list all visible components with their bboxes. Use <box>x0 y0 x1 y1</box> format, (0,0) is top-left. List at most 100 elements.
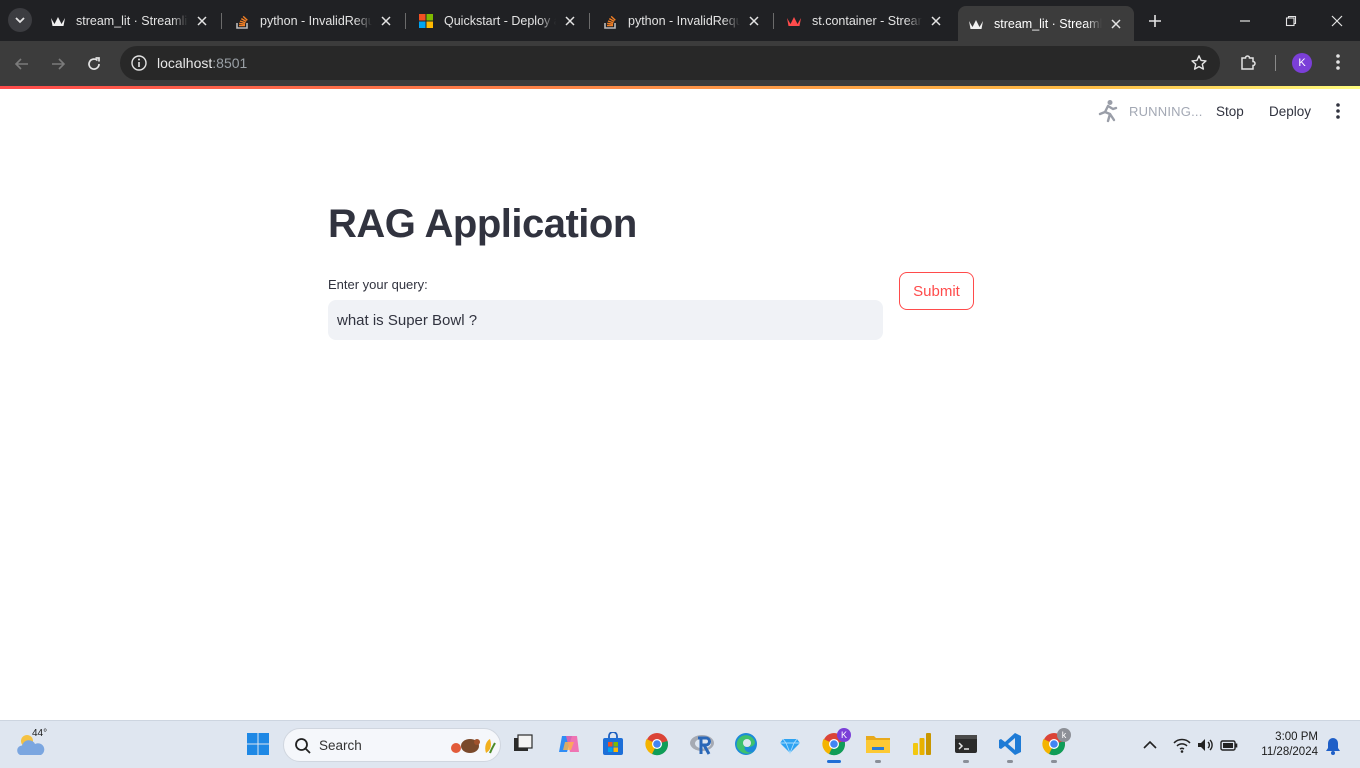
main-menu-icon[interactable] <box>1328 101 1348 121</box>
chrome-button[interactable] <box>644 731 670 757</box>
address-bar[interactable]: localhost:8501 <box>120 46 1220 80</box>
tab-st-container[interactable]: st.container - Stream <box>776 6 954 35</box>
volume-icon[interactable] <box>1195 735 1215 755</box>
reload-button[interactable] <box>81 51 107 77</box>
close-tab-icon[interactable] <box>562 13 578 29</box>
r-button[interactable] <box>689 731 715 757</box>
tab-python-invalidrequest-2[interactable]: python - InvalidRequ <box>592 6 772 35</box>
r-icon <box>690 735 714 755</box>
tab-separator <box>589 13 590 29</box>
url-text: localhost:8501 <box>157 55 247 71</box>
file-explorer-button[interactable] <box>510 731 536 757</box>
task-view-icon <box>514 734 533 751</box>
tab-quickstart-deploy[interactable]: Quickstart - Deploy a <box>408 6 588 35</box>
chevron-down-icon <box>15 17 25 24</box>
query-input[interactable] <box>328 300 883 340</box>
close-tab-icon[interactable] <box>928 13 944 29</box>
close-window-button[interactable] <box>1314 0 1360 41</box>
query-label: Enter your query: <box>328 277 428 292</box>
browser-menu-icon[interactable] <box>1328 52 1348 72</box>
streamlit-crown-icon <box>786 13 802 29</box>
running-app-indicator <box>1051 760 1057 763</box>
stackoverflow-icon <box>234 13 250 29</box>
running-app-indicator <box>963 760 969 763</box>
clock-time: 3:00 PM <box>1275 731 1318 743</box>
edge-button[interactable] <box>733 731 759 757</box>
tab-search-button[interactable] <box>8 8 32 32</box>
stop-button[interactable]: Stop <box>1216 104 1244 119</box>
arrow-right-icon <box>52 58 66 70</box>
tab-title: stream_lit · Streamlit <box>76 13 188 28</box>
windows-taskbar: 44° Search K k 3:00 PM 11/28/2024 <box>0 720 1360 768</box>
arrow-left-icon <box>14 58 28 70</box>
terminal-button[interactable] <box>953 731 979 757</box>
tab-title: Quickstart - Deploy a <box>444 13 556 28</box>
streamlit-crown-icon <box>50 13 66 29</box>
chrome-profile-badge: K <box>837 728 851 742</box>
tab-separator <box>405 13 406 29</box>
new-tab-button[interactable] <box>1143 9 1167 33</box>
battery-icon[interactable] <box>1219 735 1239 755</box>
forward-button[interactable] <box>45 51 71 77</box>
close-tab-icon[interactable] <box>1108 16 1124 32</box>
site-info-icon[interactable] <box>130 54 148 72</box>
page-title: RAG Application <box>328 202 637 246</box>
bookmark-star-icon[interactable] <box>1190 54 1208 72</box>
url-host: localhost <box>157 55 213 71</box>
tab-title: stream_lit · Streamlit <box>994 16 1102 31</box>
start-button[interactable] <box>245 731 271 757</box>
running-man-icon <box>1098 100 1118 123</box>
reload-icon <box>88 57 100 70</box>
edge-icon <box>735 733 757 755</box>
chevron-up-icon[interactable] <box>1140 735 1160 755</box>
system-clock[interactable]: 3:00 PM 11/28/2024 <box>1252 730 1318 760</box>
vscode-button[interactable] <box>997 731 1023 757</box>
url-port: :8501 <box>212 55 248 71</box>
vscode-icon <box>999 733 1021 755</box>
search-highlight-icon <box>451 739 496 754</box>
copilot-button[interactable] <box>556 731 582 757</box>
wifi-icon[interactable] <box>1172 735 1192 755</box>
microsoft-icon <box>418 13 434 29</box>
streamlit-header: RUNNING... Stop Deploy <box>0 89 1360 135</box>
running-status: RUNNING... <box>1129 104 1203 119</box>
folder-icon <box>866 736 890 753</box>
browser-toolbar: localhost:8501 <box>0 41 1360 86</box>
search-icon <box>295 738 311 754</box>
chrome-profile-badge-2: k <box>1057 728 1071 742</box>
tab-title: python - InvalidRequ <box>260 13 372 28</box>
powerbi-button[interactable] <box>909 731 935 757</box>
close-tab-icon[interactable] <box>378 13 394 29</box>
tab-title: st.container - Stream <box>812 13 922 28</box>
back-button[interactable] <box>9 51 35 77</box>
tab-separator <box>221 13 222 29</box>
tab-stream-lit-active[interactable]: stream_lit · Streamlit <box>958 6 1134 41</box>
browser-tab-strip: stream_lit · Streamlit python - InvalidR… <box>0 0 1360 41</box>
restore-button[interactable] <box>1268 0 1314 41</box>
chrome-icon <box>645 733 668 756</box>
minimize-icon <box>1240 19 1250 22</box>
store-button[interactable] <box>600 731 626 757</box>
deploy-button[interactable]: Deploy <box>1269 104 1311 119</box>
gem-app-button[interactable] <box>777 731 803 757</box>
extensions-puzzle-icon[interactable] <box>1238 52 1258 72</box>
taskbar-search-box[interactable]: Search <box>283 728 501 762</box>
close-tab-icon[interactable] <box>746 13 762 29</box>
tab-separator <box>773 13 774 29</box>
notification-bell-icon[interactable] <box>1323 736 1343 756</box>
toolbar-separator <box>1275 55 1276 71</box>
close-tab-icon[interactable] <box>194 13 210 29</box>
minimize-button[interactable] <box>1222 0 1268 41</box>
submit-button[interactable]: Submit <box>899 272 974 310</box>
running-app-indicator <box>875 760 881 763</box>
terminal-icon <box>955 735 977 753</box>
profile-avatar[interactable]: K <box>1292 53 1312 73</box>
active-app-indicator <box>827 760 841 763</box>
tab-stream-lit-1[interactable]: stream_lit · Streamlit <box>40 6 220 35</box>
streamlit-crown-icon <box>968 16 984 32</box>
folder-button[interactable] <box>865 731 891 757</box>
clock-date: 11/28/2024 <box>1261 746 1318 758</box>
tab-python-invalidrequest-1[interactable]: python - InvalidRequ <box>224 6 404 35</box>
running-app-indicator <box>1007 760 1013 763</box>
plus-icon <box>1149 15 1161 27</box>
